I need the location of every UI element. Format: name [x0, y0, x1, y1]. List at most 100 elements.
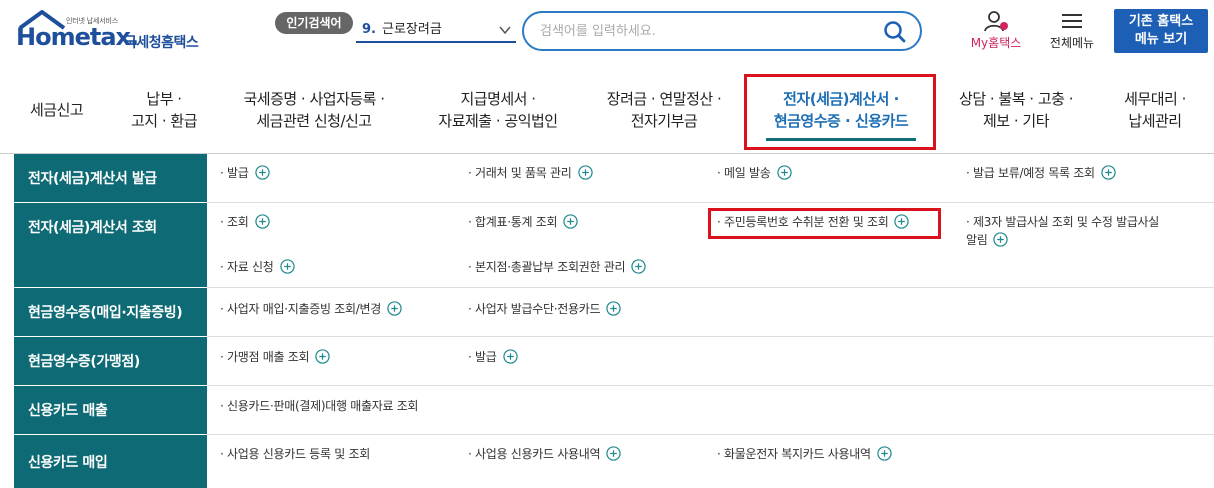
plus-circle-icon [631, 259, 646, 274]
link-branch-authority[interactable]: · 본지점·총괄납부 조회권한 관리 [468, 258, 646, 276]
plus-circle-icon [1101, 165, 1116, 180]
link-issue[interactable]: · 발급 [220, 164, 270, 182]
gnb-label: 세금신고 [30, 101, 84, 119]
plus-circle-icon [254, 214, 270, 229]
gnb-certificate[interactable]: 국세증명 · 사업자등록 · 세금관련 신청/신고 [232, 88, 396, 132]
plus-circle-icon [563, 214, 578, 229]
site-header: 인터넷 납세서비스 Hometax. 국세청홈택스 인기검색어 9. 근로장려금 … [0, 0, 1214, 62]
highlighted-link-box [708, 208, 941, 239]
gnb-label: 세금관련 신청/신고 [256, 112, 372, 130]
link-pending-list[interactable]: · 발급 보류/예정 목록 조회 [966, 164, 1116, 182]
gnb-tax-filing[interactable]: 세금신고 [30, 99, 84, 121]
link-third-party-notice[interactable]: · 제3자 발급사실 조회 및 수정 발급사실 알림 [966, 213, 1196, 249]
gnb-label: 납세관리 [1128, 112, 1182, 130]
link-mail-send[interactable]: · 메일 발송 [717, 164, 792, 182]
gnb-label: 지급명세서 · [460, 90, 536, 108]
popular-search-badge: 인기검색어 [275, 12, 353, 34]
link-biz-card-register[interactable]: · 사업용 신용카드 등록 및 조회 [220, 445, 370, 463]
gnb-label: 세무대리 · [1124, 90, 1186, 108]
link-biz-card-usage[interactable]: · 사업용 신용카드 사용내역 [468, 445, 621, 463]
link-card-agency-sales[interactable]: · 신용카드·판매(결제)대행 매출자료 조회 [220, 397, 418, 415]
link-label: · 자료 신청 [220, 260, 274, 274]
link-label: · 신용카드·판매(결제)대행 매출자료 조회 [220, 399, 419, 413]
category-credit-card-sales[interactable]: 신용카드 매출 [14, 386, 207, 434]
search-icon[interactable] [882, 19, 908, 45]
category-label: 전자(세금)계산서 발급 [28, 171, 157, 187]
category-e-invoice-inquiry[interactable]: 전자(세금)계산서 조회 [14, 203, 207, 287]
plus-circle-icon [315, 349, 330, 364]
category-cash-receipt-purchase[interactable]: 현금영수증(매입·지출증빙) [14, 288, 207, 336]
category-credit-card-purchase[interactable]: 신용카드 매입 [14, 435, 207, 488]
hometax-logo[interactable]: 인터넷 납세서비스 Hometax. 국세청홈택스 [14, 8, 224, 54]
link-label: · 조회 [220, 215, 249, 229]
category-e-invoice-issue[interactable]: 전자(세금)계산서 발급 [14, 154, 207, 202]
hamburger-menu-icon [1062, 14, 1082, 28]
gnb-label: 제보 · 기타 [982, 112, 1050, 130]
gnb-incentive[interactable]: 장려금 · 연말정산 · 전자기부금 [596, 88, 732, 132]
category-cash-receipt-merchant[interactable]: 현금영수증(가맹점) [14, 337, 207, 385]
logo-brand-kr: 국세청홈택스 [124, 35, 199, 51]
row-divider [207, 202, 1214, 203]
link-business-purchase[interactable]: · 사업자 매입·지출증빙 조회/변경 [220, 300, 402, 318]
link-partner-management[interactable]: · 거래처 및 품목 관리 [468, 164, 593, 182]
row-divider [207, 287, 1214, 288]
gnb-consultation[interactable]: 상담 · 불복 · 고충 · 제보 · 기타 [948, 88, 1084, 132]
search-box [522, 11, 922, 51]
link-label: · 발급 [468, 350, 497, 364]
row-divider [207, 434, 1214, 435]
link-label: · 사업용 신용카드 등록 및 조회 [220, 447, 370, 461]
plus-circle-icon [279, 259, 295, 274]
search-input[interactable] [540, 21, 860, 41]
category-label: 현금영수증(가맹점) [28, 354, 140, 370]
main-navigation: 세금신고 납부 · 고지 · 환급 국세증명 · 사업자등록 · 세금관련 신청… [0, 66, 1214, 154]
link-label: · 본지점·총괄납부 조회권한 관리 [468, 260, 626, 274]
category-label: 신용카드 매출 [28, 403, 108, 419]
link-business-card[interactable]: · 사업자 발급수단·전용카드 [468, 300, 621, 318]
gnb-tax-agent[interactable]: 세무대리 · 납세관리 [1114, 88, 1196, 132]
link-label: · 사업용 신용카드 사용내역 [468, 447, 601, 461]
user-icon [984, 11, 1008, 32]
submenu-panel: 전자(세금)계산서 발급 전자(세금)계산서 조회 현금영수증(매입·지출증빙)… [14, 154, 1214, 488]
category-label: 전자(세금)계산서 조회 [28, 220, 157, 236]
chevron-down-icon [499, 26, 511, 35]
link-label: · 거래처 및 품목 관리 [468, 166, 572, 180]
link-label: · 메일 발송 [717, 166, 771, 180]
link-label: · 발급 [220, 166, 249, 180]
all-menu-label: 전체메뉴 [1049, 36, 1095, 50]
gnb-label: 국세증명 · 사업자등록 · [243, 90, 385, 108]
gnb-label: 전자기부금 [630, 112, 698, 130]
gnb-label: 장려금 · 연말정산 · [606, 90, 722, 108]
gnb-payment[interactable]: 납부 · 고지 · 환급 [124, 88, 204, 132]
active-tab-highlight [744, 74, 936, 150]
plus-circle-icon [993, 232, 1009, 247]
plus-circle-icon [877, 446, 892, 461]
gnb-label: 자료제출 · 공익법인 [438, 112, 558, 130]
legacy-line2: 메뉴 보기 [1134, 32, 1188, 47]
my-hometax-button[interactable]: My홈택스 [962, 10, 1030, 54]
plus-circle-icon [606, 301, 621, 316]
link-summary-stats[interactable]: · 합계표·통계 조회 [468, 213, 578, 231]
popular-term: 근로장려금 [381, 22, 442, 37]
link-cash-issue[interactable]: · 발급 [468, 348, 518, 366]
legacy-menu-button[interactable]: 기존 홈택스 메뉴 보기 [1114, 9, 1208, 53]
popular-search-select[interactable]: 9. 근로장려금 [356, 17, 516, 43]
link-freight-card-usage[interactable]: · 화물운전자 복지카드 사용내역 [717, 445, 892, 463]
legacy-line1: 기존 홈택스 [1128, 14, 1194, 29]
link-inquiry[interactable]: · 조회 [220, 213, 270, 231]
popular-rank: 9. [362, 22, 376, 37]
row-divider [207, 336, 1214, 337]
all-menu-button[interactable]: 전체메뉴 [1040, 10, 1104, 54]
my-hometax-label: My홈택스 [970, 36, 1022, 50]
plus-circle-icon [577, 165, 593, 180]
link-label: · 발급 보류/예정 목록 조회 [966, 166, 1095, 180]
gnb-label: 고지 · 환급 [130, 112, 198, 130]
plus-circle-icon [387, 301, 402, 316]
link-label: · 화물운전자 복지카드 사용내역 [717, 447, 871, 461]
link-label: · 가맹점 매출 조회 [220, 350, 310, 364]
link-merchant-sales[interactable]: · 가맹점 매출 조회 [220, 348, 330, 366]
gnb-statements[interactable]: 지급명세서 · 자료제출 · 공익법인 [424, 88, 572, 132]
row-divider [207, 385, 1214, 386]
link-label: · 합계표·통계 조회 [468, 215, 558, 229]
plus-circle-icon [776, 165, 792, 180]
link-data-request[interactable]: · 자료 신청 [220, 258, 295, 276]
